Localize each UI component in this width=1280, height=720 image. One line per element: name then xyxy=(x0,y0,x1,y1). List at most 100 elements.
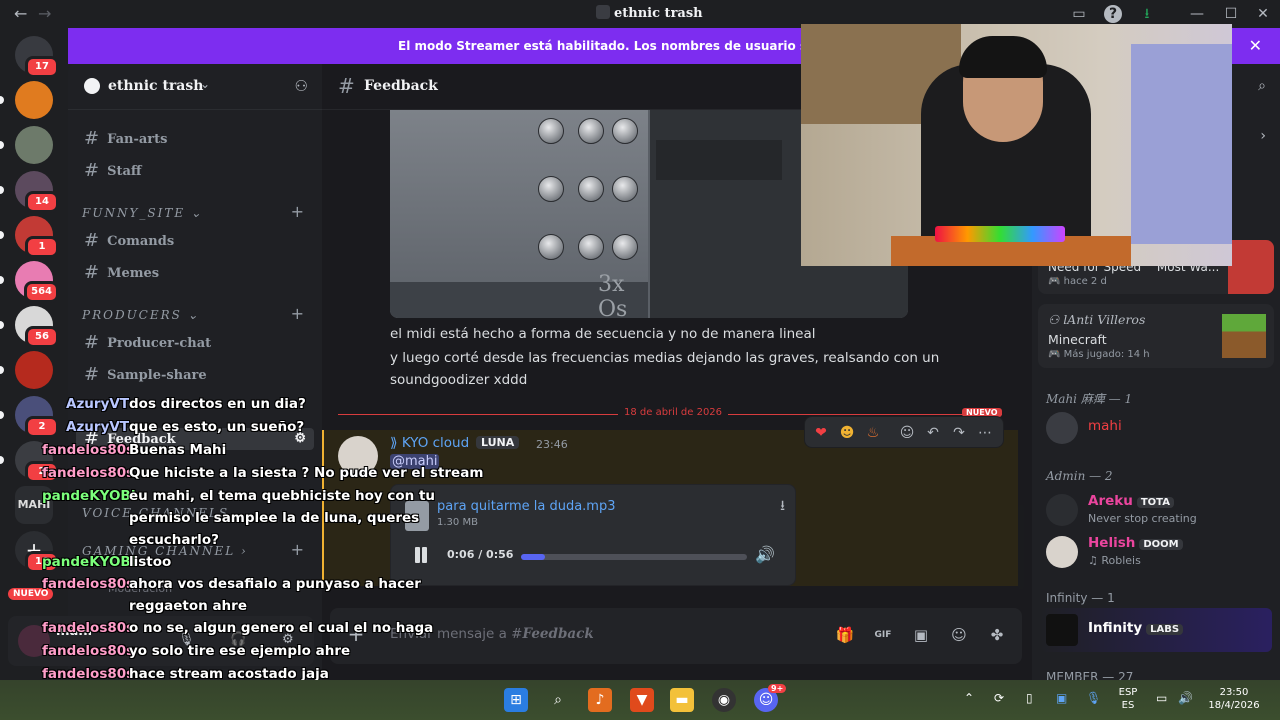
forward-arrow-icon[interactable]: → xyxy=(38,4,51,23)
server-gun-icon[interactable] xyxy=(0,126,53,164)
mention-badge: 564 xyxy=(24,281,59,303)
apps-icon[interactable]: ✤ xyxy=(986,624,1008,646)
discord-badge: 9+ xyxy=(768,684,787,693)
channel-producer-chat[interactable]: # Producer-chat xyxy=(84,332,306,354)
hash-icon: # xyxy=(84,128,100,149)
member-row[interactable]: Infinity LABS xyxy=(1040,608,1272,652)
sync-icon[interactable]: ⟳ xyxy=(994,692,1004,705)
add-channel-icon[interactable]: + xyxy=(291,202,304,221)
unread-pill xyxy=(0,141,4,149)
knob xyxy=(538,234,564,260)
download-icon[interactable]: ⭳ xyxy=(780,495,785,519)
member-name: Infinity LABS xyxy=(1088,620,1184,636)
maximize-icon[interactable]: ☐ xyxy=(1222,5,1240,23)
activity-time: 🎮 Más jugado: 14 h xyxy=(1048,349,1150,360)
knob xyxy=(612,118,638,144)
chat-text: Que hiciste a la siesta ? No pude ver el… xyxy=(129,465,484,481)
chat-message: fandelos80s Buenas Mahi xyxy=(42,442,226,458)
category-producers[interactable]: PRODUCERS ⌄ xyxy=(82,308,200,322)
chat-message: fandelos80s Que hiciste a la siesta ? No … xyxy=(42,465,483,481)
chevron-right-icon[interactable]: › xyxy=(1260,128,1266,144)
device-icon[interactable]: ▯ xyxy=(1026,692,1033,705)
guild-header[interactable]: ethnic trash ⌄ ⚇ xyxy=(68,64,322,110)
guild-name: ethnic trash xyxy=(108,78,204,94)
close-window-icon[interactable]: ✕ xyxy=(1254,5,1272,23)
mic-icon[interactable]: 🎙 xyxy=(1086,692,1101,705)
member-row[interactable]: mahi xyxy=(1040,406,1272,450)
discord-home-icon[interactable]: 17 xyxy=(15,36,59,78)
channel-sample-share[interactable]: # Sample-share xyxy=(84,364,306,386)
gif-icon[interactable]: GIF xyxy=(872,624,894,646)
server-demon-icon[interactable] xyxy=(0,351,53,389)
channel-fan-arts[interactable]: # Fan-arts xyxy=(84,128,306,150)
unread-pill xyxy=(0,366,4,374)
channel-staff[interactable]: # Staff xyxy=(84,160,306,182)
webcam-hair xyxy=(959,36,1047,78)
avatar xyxy=(1046,614,1078,646)
search-icon[interactable]: ⌕ xyxy=(546,688,570,712)
gift-icon[interactable]: 🎁 xyxy=(834,624,856,646)
minimize-icon[interactable]: — xyxy=(1188,5,1206,23)
invite-people-icon[interactable]: ⚇ xyxy=(295,77,308,95)
network-icon[interactable]: ▭ xyxy=(1156,692,1167,705)
emoji-reaction-icon[interactable]: ☻ xyxy=(837,423,857,443)
download-icon[interactable]: ⭳ xyxy=(1138,5,1156,23)
channel-comands[interactable]: # Comands xyxy=(84,230,306,252)
knob xyxy=(578,234,604,260)
windows-start-icon[interactable]: ⊞ xyxy=(504,688,528,712)
clock[interactable]: 23:50 18/4/2026 xyxy=(1206,686,1262,712)
brave-icon[interactable]: ▼ xyxy=(630,688,654,712)
minecraft-icon xyxy=(1222,314,1266,358)
synth-panel-left: 3x Os xyxy=(390,110,648,318)
search-icon[interactable]: ⌕ xyxy=(1258,78,1266,94)
channel-memes[interactable]: # Memes xyxy=(84,262,306,284)
reply-icon[interactable]: ↶ xyxy=(923,423,943,443)
server-sunset-icon[interactable] xyxy=(0,81,53,119)
progress-fill xyxy=(521,554,546,560)
help-icon[interactable]: ? xyxy=(1104,5,1122,23)
webcam-bed xyxy=(1131,44,1232,244)
chevron-down-icon: ⌄ xyxy=(200,77,211,91)
volume-icon[interactable]: 🔊 xyxy=(755,545,775,564)
server-anime-icon[interactable]: 14 xyxy=(0,171,59,213)
category-funny-site[interactable]: FUNNY_SITE ⌄ xyxy=(82,206,203,220)
add-channel-icon[interactable]: + xyxy=(291,304,304,323)
add-reaction-icon[interactable]: ☺ xyxy=(897,423,917,443)
chat-message: fandelos80s yo solo tire ese ejemplo ahre xyxy=(42,643,350,659)
chat-text: listoo xyxy=(129,554,172,570)
activity-game: Minecraft xyxy=(1048,332,1107,347)
fl-studio-icon[interactable]: ♪ xyxy=(588,688,612,712)
volume-icon[interactable]: 🔊 xyxy=(1178,692,1193,705)
banner-close-icon[interactable]: ✕ xyxy=(1249,28,1262,64)
playback-progress-bar[interactable] xyxy=(521,554,747,560)
inbox-icon[interactable]: ▭ xyxy=(1070,5,1088,23)
server-pink-icon[interactable]: 564 xyxy=(0,261,59,303)
obs-icon[interactable]: ◉ xyxy=(712,688,736,712)
server-spiderman-icon[interactable]: 1 xyxy=(0,216,59,258)
emoji-icon[interactable]: ☺ xyxy=(948,624,970,646)
sticker-icon[interactable]: ▣ xyxy=(910,624,932,646)
activity-card[interactable]: ⚇ lAnti Villeros Minecraft 🎮 Más jugado:… xyxy=(1038,304,1274,368)
server-skull-icon[interactable]: 56 xyxy=(0,306,59,348)
app-tray-icon[interactable]: ▣ xyxy=(1056,692,1067,705)
stream-chat-overlay: AzuryVT dos directos en un dia? AzuryVT que… xyxy=(0,392,483,684)
server-image xyxy=(15,351,53,389)
file-explorer-icon[interactable]: ▬ xyxy=(670,688,694,712)
member-status: ♫ Robleis xyxy=(1088,554,1141,567)
member-row[interactable]: Helish DOOM ♫ Robleis xyxy=(1040,530,1272,574)
language-indicator[interactable]: ESP ES xyxy=(1114,686,1142,712)
chat-username: fandelos80s xyxy=(42,442,135,458)
scrollbar[interactable] xyxy=(1018,504,1024,590)
forward-icon[interactable]: ↷ xyxy=(949,423,969,443)
member-name: Areku TOTA xyxy=(1088,493,1174,509)
heart-reaction-icon[interactable]: ❤ xyxy=(811,423,831,443)
member-row[interactable]: Areku TOTA Never stop creating xyxy=(1040,488,1272,532)
attachment-file-name[interactable]: para quitarme la duda.mp3 xyxy=(437,499,615,514)
back-arrow-icon[interactable]: ← xyxy=(14,4,27,23)
more-options-icon[interactable]: ⋯ xyxy=(975,423,995,443)
chat-text: o no se, algun genero el cual el no haga xyxy=(129,620,434,636)
fire-reaction-icon[interactable]: ♨ xyxy=(863,423,883,443)
message-text: y luego corté desde las frecuencias medi… xyxy=(390,350,940,366)
taskbar: ⊞ ⌕ ♪ ▼ ▬ ◉ ☺ 9+ ⌃ ⟳ ▯ ▣ 🎙 ESP ES ▭ 🔊 23:… xyxy=(0,680,1280,720)
chevron-up-icon[interactable]: ⌃ xyxy=(964,692,974,705)
